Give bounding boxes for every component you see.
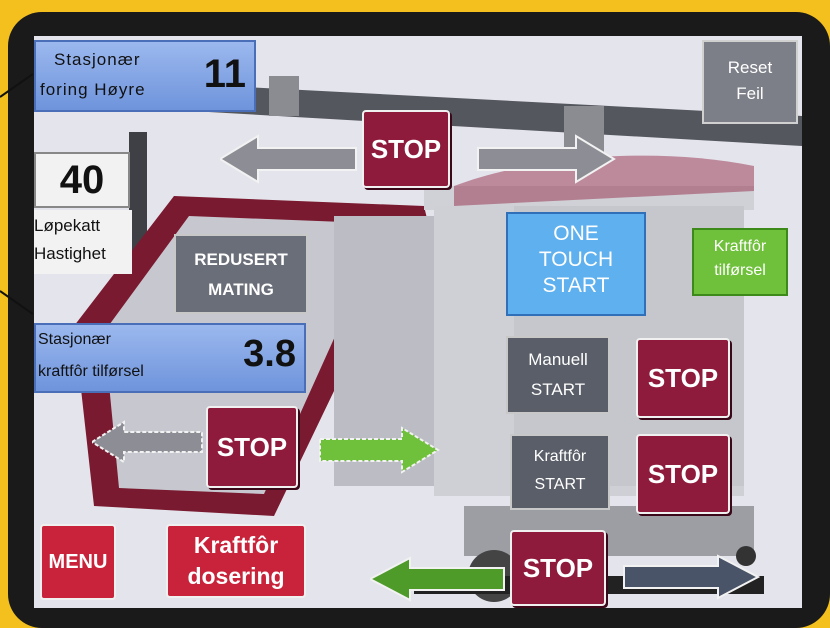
stationary-concentrate-label-2: kraftfôr tilførsel xyxy=(38,363,144,380)
trolley-speed-label: Løpekatt Hastighet xyxy=(34,210,132,274)
one-touch-label-2: TOUCH xyxy=(538,248,614,271)
trolley-speed-label-2: Hastighet xyxy=(34,244,106,263)
stop-button-middle[interactable]: STOP xyxy=(206,406,298,488)
concentrate-dosing-button[interactable]: Kraftfôr dosering xyxy=(166,524,306,598)
stop-button-bottom[interactable]: STOP xyxy=(510,530,606,606)
manual-start-button[interactable]: Manuell START xyxy=(506,336,610,414)
stop-button-bottom-label: STOP xyxy=(522,552,594,583)
stationary-feed-right-panel: Stasjonær foring Høyre 11 xyxy=(34,40,256,112)
menu-button[interactable]: MENU xyxy=(40,524,116,600)
stationary-concentrate-label-1: Stasjonær xyxy=(38,331,111,348)
stop-button-top[interactable]: STOP xyxy=(362,110,450,188)
hmi-screen: Stasjonær foring Høyre 11 Reset Feil 40 … xyxy=(34,36,802,608)
trolley-speed-value-box[interactable]: 40 xyxy=(34,152,130,208)
stationary-concentrate-panel: Stasjonær kraftfôr tilførsel 3.8 xyxy=(34,323,306,393)
right-arrow-icon[interactable] xyxy=(476,134,616,184)
stop-button-manual[interactable]: STOP xyxy=(636,338,730,418)
reset-error-button[interactable]: Reset Feil xyxy=(702,40,798,124)
one-touch-label-3: START xyxy=(542,274,610,297)
concentrate-start-label-1: Kraftfôr xyxy=(533,448,587,465)
right-arrow-icon[interactable] xyxy=(622,554,760,600)
stationary-feed-right-value[interactable]: 11 xyxy=(204,52,246,97)
manual-start-label-2: START xyxy=(530,380,586,399)
stop-button-concentrate-label: STOP xyxy=(647,458,719,489)
trolley-speed-value: 40 xyxy=(59,158,105,202)
reduced-feed-label-2: MATING xyxy=(208,280,274,299)
stop-button-top-label: STOP xyxy=(370,133,442,164)
right-arrow-icon[interactable] xyxy=(318,426,440,474)
concentrate-dosing-label-2: dosering xyxy=(187,563,285,589)
stationary-feed-right-label-2: foring Høyre xyxy=(40,80,146,99)
one-touch-label-1: ONE xyxy=(553,222,599,245)
stop-button-concentrate[interactable]: STOP xyxy=(636,434,730,514)
stop-button-manual-label: STOP xyxy=(647,362,719,393)
concentrate-dosing-label-1: Kraftfôr xyxy=(193,532,279,558)
concentrate-start-button[interactable]: Kraftfôr START xyxy=(510,434,610,510)
concentrate-start-label-2: START xyxy=(534,476,586,493)
trolley-speed-label-1: Løpekatt xyxy=(34,216,101,235)
left-arrow-icon[interactable] xyxy=(370,556,506,602)
stationary-feed-right-label-1: Stasjonær xyxy=(54,50,141,69)
one-touch-start-button[interactable]: ONE TOUCH START xyxy=(506,212,646,316)
reset-error-label-1: Reset xyxy=(727,58,773,77)
manual-start-label-1: Manuell xyxy=(528,350,588,369)
menu-label: MENU xyxy=(48,550,108,573)
reset-error-label-2: Feil xyxy=(736,84,764,103)
stationary-concentrate-value[interactable]: 3.8 xyxy=(243,333,296,376)
concentrate-supply-button[interactable]: Kraftfôr tilførsel xyxy=(692,228,788,296)
left-arrow-icon[interactable] xyxy=(220,134,358,184)
reduced-feed-button[interactable]: REDUSERT MATING xyxy=(174,234,308,314)
stop-button-middle-label: STOP xyxy=(216,431,288,462)
concentrate-supply-label-2: tilførsel xyxy=(714,262,766,279)
reduced-feed-label-1: REDUSERT xyxy=(194,250,288,269)
left-arrow-icon[interactable] xyxy=(92,420,204,464)
concentrate-supply-label-1: Kraftfôr xyxy=(713,238,767,255)
